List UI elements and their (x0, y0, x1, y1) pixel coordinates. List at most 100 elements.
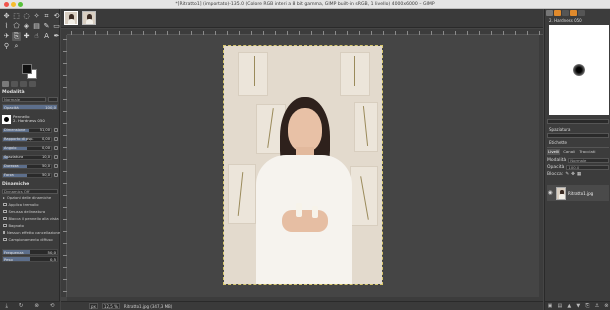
gradient-icon[interactable]: ▤ (32, 22, 41, 31)
eraser-icon[interactable]: ▭ (52, 22, 61, 31)
paintbrush-icon[interactable]: ✎ (42, 22, 51, 31)
duplicate-layer-icon[interactable]: ⎘ (585, 303, 589, 309)
checkbox[interactable] (3, 230, 5, 235)
tab-patterns[interactable] (554, 10, 561, 16)
spacing-field[interactable] (547, 133, 609, 138)
option-checkbox-row[interactable]: Bagnato (3, 223, 59, 228)
new-group-icon[interactable]: ▤ (557, 303, 562, 309)
checkbox[interactable] (3, 216, 7, 221)
option-checkbox-row[interactable]: Campionamento diffuso (3, 237, 59, 242)
brush-tag-field[interactable] (547, 119, 609, 124)
tab-gradients[interactable] (570, 10, 577, 16)
airbrush-icon[interactable]: ✈ (2, 32, 11, 41)
image-tab-1[interactable] (64, 11, 78, 25)
brush-param-slider[interactable]: Dimensione 51,00 (2, 127, 52, 133)
brush-param-row: Rapporto di asp. 0,00 (2, 136, 58, 142)
bucket-fill-icon[interactable]: ◈ (22, 22, 31, 31)
move-icon[interactable]: ✥ (2, 12, 11, 21)
tab-palettes[interactable] (578, 10, 585, 16)
text-icon[interactable]: A (42, 32, 51, 41)
rotate-icon[interactable]: ⟲ (52, 12, 61, 21)
visibility-eye-icon[interactable]: ◉ (548, 190, 554, 196)
brush-param-label: Rapporto di asp. (4, 137, 34, 141)
new-layer-icon[interactable]: ▣ (548, 303, 553, 309)
foreground-color-swatch[interactable] (22, 64, 32, 74)
checkbox[interactable] (3, 202, 7, 207)
option-checkbox-row[interactable]: Applica tremolio (3, 202, 59, 207)
crop-icon[interactable]: ⌗ (42, 12, 51, 21)
reset-param-icon[interactable] (54, 137, 58, 141)
unit-select[interactable]: px (89, 303, 98, 309)
image-tab-2[interactable] (82, 11, 96, 25)
frequency-slider[interactable]: Frequenza 50,0 (2, 249, 58, 255)
save-options-icon[interactable]: ⤓ (5, 303, 7, 310)
lower-layer-icon[interactable]: ▼ (576, 303, 580, 309)
cage-icon[interactable]: ⬠ (12, 22, 21, 31)
zoom-select[interactable]: 12,5 % (101, 303, 120, 309)
rect-select-icon[interactable]: ⬚ (12, 12, 21, 21)
vertical-scrollbar[interactable] (539, 35, 543, 297)
anchor-layer-icon[interactable]: ⚓ (595, 303, 599, 309)
tab-undo-history[interactable] (20, 81, 27, 87)
portrait-photo[interactable] (223, 45, 383, 285)
dynamics-select[interactable]: Dynamics Off (2, 188, 58, 194)
mode-select[interactable]: Normale (2, 96, 46, 102)
lock-alpha-icon[interactable]: ▦ (577, 172, 581, 177)
brush-param-slider[interactable]: Angolo 0,00 (2, 145, 52, 151)
brush-param-value: 50,0 (41, 164, 50, 168)
fuzzy-select-icon[interactable]: ✧ (32, 12, 41, 21)
brush-param-slider[interactable]: Forza 50,0 (2, 172, 52, 178)
color-picker-icon[interactable]: ⚲ (2, 42, 11, 51)
brush-preview-button[interactable] (2, 114, 11, 124)
tab-fonts[interactable] (562, 10, 569, 16)
raise-layer-icon[interactable]: ▲ (567, 303, 571, 309)
tab-tool-options[interactable] (2, 81, 9, 87)
option-checkbox-row[interactable]: Nessun effetto cancellazione (3, 230, 60, 235)
brush-param-value: 0,00 (41, 146, 50, 150)
delete-options-icon[interactable]: ⊗ (34, 303, 39, 309)
checkbox[interactable] (3, 209, 7, 214)
reset-param-icon[interactable] (54, 155, 58, 159)
heal-icon[interactable]: ✚ (22, 32, 31, 41)
brush-preview-large[interactable] (549, 25, 609, 115)
checkbox-label: Bagnato (8, 223, 24, 228)
reset-param-icon[interactable] (54, 146, 58, 150)
tab-images[interactable] (29, 81, 36, 87)
checkbox[interactable] (3, 237, 7, 242)
restore-options-icon[interactable]: ↻ (19, 303, 24, 309)
delete-layer-icon[interactable]: ⊗ (604, 303, 608, 309)
warp-icon[interactable]: ⌇ (2, 22, 11, 31)
layer-opacity-field[interactable]: 100,0 (566, 165, 609, 170)
layer-row[interactable]: ◉ Ritratto1.jpg (547, 185, 609, 201)
reset-param-icon[interactable] (54, 173, 58, 177)
brush-param-slider[interactable]: Rapporto di asp. 0,00 (2, 136, 52, 142)
clone-icon[interactable]: ⎘ (12, 32, 21, 41)
file-info: Ritratto1.jpg (347,3 MB) (123, 303, 173, 309)
option-checkbox-row[interactable]: Blocca il pennello alla vista (3, 216, 59, 221)
lasso-icon[interactable]: ◌ (22, 12, 31, 21)
option-checkbox-row[interactable]: Smussa delineatura (3, 209, 59, 214)
reset-param-icon[interactable] (54, 164, 58, 168)
lock-position-icon[interactable]: ✥ (571, 172, 575, 177)
reset-options-icon[interactable]: ⟲ (50, 303, 55, 309)
lock-pixels-icon[interactable]: ✎ (565, 172, 569, 177)
weight-slider[interactable]: Peso 0,5 (2, 256, 58, 262)
dynamics-options-expander[interactable]: ▸ Opzioni delle dinamiche (3, 195, 59, 200)
checkbox[interactable] (3, 223, 7, 228)
tab-paths[interactable]: Tracciati (578, 149, 596, 155)
tab-brushes[interactable] (546, 10, 553, 16)
layer-mode-select[interactable]: Normale (568, 158, 609, 163)
tab-layers[interactable]: Livelli (547, 149, 561, 155)
opacity-slider[interactable]: Opacità 100,0 (2, 104, 58, 110)
tab-device-status[interactable] (11, 81, 18, 87)
tab-channels[interactable]: Canali (562, 149, 576, 155)
brush-param-slider[interactable]: Durezza 50,0 (2, 163, 52, 169)
paths-icon[interactable]: ✒ (52, 32, 61, 41)
zoom-icon[interactable]: ⌕ (12, 42, 21, 51)
filter-label: Etichette (549, 140, 567, 145)
reset-param-icon[interactable] (54, 128, 58, 132)
smudge-icon[interactable]: ☝ (32, 32, 41, 41)
image-canvas[interactable] (67, 35, 543, 297)
mode-reset-button[interactable] (48, 96, 58, 102)
brush-param-slider[interactable]: Spaziatura 10,0 (2, 154, 52, 160)
